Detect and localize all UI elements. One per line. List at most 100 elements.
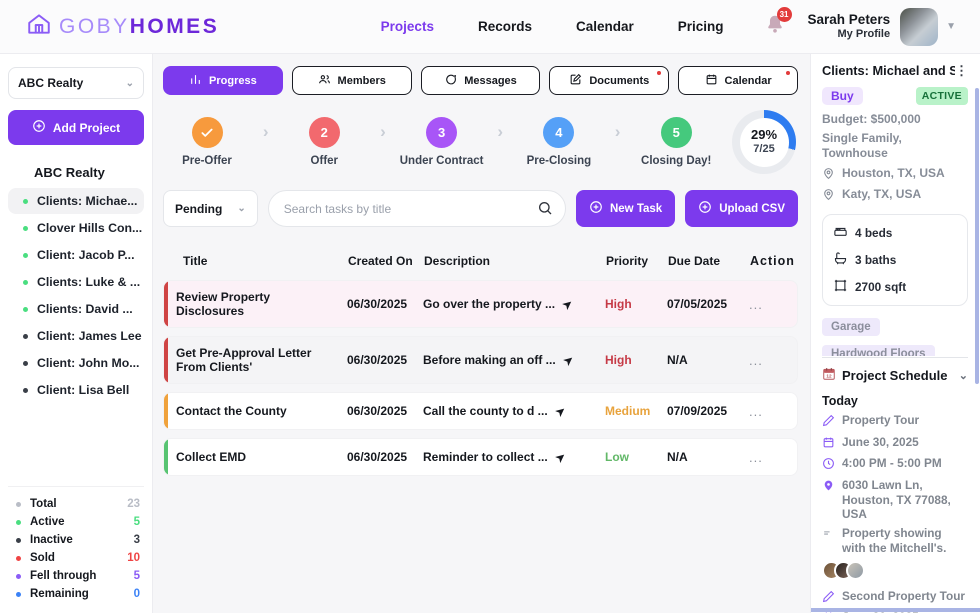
sidebar-item-client[interactable]: Client: John Mo...	[8, 350, 144, 376]
chevron-right-icon: ›	[497, 122, 503, 142]
project-stats: Total 23 Active 5 Inactive 3 Sold 10 Fel…	[8, 486, 144, 605]
upload-csv-button[interactable]: Upload CSV	[685, 190, 798, 227]
stat-value: 5	[134, 570, 140, 582]
step-circle-check-icon	[192, 117, 223, 148]
status-dot	[16, 574, 21, 579]
project-group-title: ABC Realty	[8, 165, 144, 180]
forward-arrow-icon[interactable]: ➤	[561, 352, 576, 368]
user-avatar[interactable]	[900, 8, 938, 46]
step-under-contract[interactable]: 3 Under Contract	[400, 117, 484, 167]
row-actions-menu[interactable]: ...	[749, 404, 783, 419]
sidebar-item-label: Client: James Lee	[37, 329, 142, 343]
sidebar-item-client[interactable]: Clients: Luke & ...	[8, 269, 144, 295]
forward-arrow-icon[interactable]: ➤	[553, 449, 568, 465]
table-row[interactable]: Get Pre-Approval Letter From Clients' 06…	[163, 336, 798, 384]
nav-pricing[interactable]: Pricing	[678, 19, 724, 34]
nav-calendar[interactable]: Calendar	[576, 19, 634, 34]
task-priority: Medium	[605, 404, 667, 418]
stat-active: Active 5	[16, 513, 140, 531]
stat-fell-through: Fell through 5	[16, 567, 140, 585]
notifications-bell[interactable]: 31	[764, 13, 786, 40]
sidebar-item-label: Clover Hills Con...	[37, 221, 142, 235]
event-date: June 30, 2025	[842, 435, 919, 450]
add-project-button[interactable]: Add Project	[8, 110, 144, 145]
task-priority: Low	[605, 450, 667, 464]
tab-messages[interactable]: Messages	[421, 66, 541, 95]
sidebar-item-client[interactable]: Clover Hills Con...	[8, 215, 144, 241]
forward-arrow-icon[interactable]: ➤	[553, 403, 568, 419]
sidebar-item-client[interactable]: Clients: Michae...	[8, 188, 144, 214]
location-text: Katy, TX, USA	[842, 187, 921, 201]
status-dot	[23, 199, 28, 204]
brand-logo: GOBYHOMES	[26, 11, 219, 42]
schedule-event[interactable]: Property Tour June 30, 2025 4:00 PM - 5:…	[822, 413, 968, 580]
project-schedule-header[interactable]: 12 Project Schedule ⌄	[822, 367, 968, 384]
plus-circle-icon	[32, 119, 46, 136]
progress-percent: 29%	[751, 128, 777, 143]
user-menu-chevron-icon[interactable]: ▼	[946, 21, 956, 32]
chevron-right-icon: ›	[615, 122, 621, 142]
priority-bar	[164, 281, 168, 327]
nav-records[interactable]: Records	[478, 19, 532, 34]
tab-members[interactable]: Members	[292, 66, 412, 95]
baths-text: 3 baths	[855, 253, 896, 267]
add-project-label: Add Project	[53, 121, 120, 135]
step-pre-closing[interactable]: 4 Pre-Closing	[517, 117, 601, 167]
row-actions-menu[interactable]: ...	[749, 297, 783, 312]
new-task-button[interactable]: New Task	[576, 190, 675, 227]
chevron-down-icon: ⌄	[959, 369, 968, 382]
new-task-label: New Task	[610, 203, 662, 215]
sidebar-item-label: Client: Jacob P...	[37, 248, 135, 262]
event-title: Property Tour	[842, 413, 919, 428]
plus-circle-icon	[698, 200, 712, 217]
stat-sold: Sold 10	[16, 549, 140, 567]
event-title-row: Second Property Tour	[822, 589, 968, 607]
sidebar-item-client[interactable]: Client: Jacob P...	[8, 242, 144, 268]
sidebar-item-client[interactable]: Client: James Lee	[8, 323, 144, 349]
tab-label: Members	[338, 75, 386, 87]
alert-dot	[786, 71, 790, 75]
row-actions-menu[interactable]: ...	[749, 353, 783, 368]
tab-documents[interactable]: Documents	[549, 66, 669, 95]
event-location-row: 6030 Lawn Ln, Houston, TX 77088, USA	[822, 478, 968, 522]
members-icon	[318, 73, 331, 89]
status-dot	[23, 388, 28, 393]
step-circle: 5	[661, 117, 692, 148]
task-title: Collect EMD	[176, 450, 347, 464]
status-dot	[23, 226, 28, 231]
tab-progress[interactable]: Progress	[163, 66, 283, 95]
map-pin-icon	[822, 166, 835, 183]
property-specs-card: 4 beds 3 baths 2700 sqft	[822, 214, 968, 306]
step-offer[interactable]: 2 Offer	[282, 117, 366, 167]
sidebar-item-label: Clients: Michae...	[37, 194, 137, 208]
step-pre-offer[interactable]: Pre-Offer	[165, 117, 249, 167]
table-row[interactable]: Contact the County 06/30/2025 Call the c…	[163, 392, 798, 430]
forward-arrow-icon[interactable]: ➤	[560, 296, 575, 312]
step-closing-day[interactable]: 5 Closing Day!	[634, 117, 718, 167]
table-row[interactable]: Review Property Disclosures 06/30/2025 G…	[163, 280, 798, 328]
task-search-input[interactable]	[268, 190, 566, 227]
event-location: 6030 Lawn Ln, Houston, TX 77088, USA	[842, 478, 968, 522]
today-label: Today	[822, 394, 968, 408]
status-filter-select[interactable]: Pending ⌄	[163, 190, 258, 227]
sidebar-item-client[interactable]: Clients: David ...	[8, 296, 144, 322]
user-name: Sarah Peters	[808, 12, 891, 28]
step-label: Pre-Closing	[517, 155, 601, 167]
nav-projects[interactable]: Projects	[381, 19, 434, 34]
sidebar-item-client[interactable]: Client: Lisa Bell	[8, 377, 144, 403]
table-row[interactable]: Collect EMD 06/30/2025 Reminder to colle…	[163, 438, 798, 476]
event-date-row: June 30, 2025	[822, 435, 968, 453]
user-info[interactable]: Sarah Peters My Profile	[808, 12, 891, 41]
task-title: Get Pre-Approval Letter From Clients'	[176, 346, 347, 374]
vertical-scrollbar-thumb[interactable]	[975, 88, 979, 384]
task-created-on: 06/30/2025	[347, 297, 423, 311]
buy-badge: Buy	[822, 87, 863, 105]
horizontal-scrollbar-thumb[interactable]	[811, 608, 980, 612]
status-dot	[23, 253, 28, 258]
tab-calendar[interactable]: Calendar	[678, 66, 798, 95]
organization-select[interactable]: ABC Realty ⌄	[8, 67, 144, 99]
stat-value: 5	[134, 516, 140, 528]
feature-tag-clipped: Hardwood Floors	[822, 345, 968, 356]
row-actions-menu[interactable]: ...	[749, 450, 783, 465]
kebab-menu-icon[interactable]: ⋮	[955, 63, 968, 79]
